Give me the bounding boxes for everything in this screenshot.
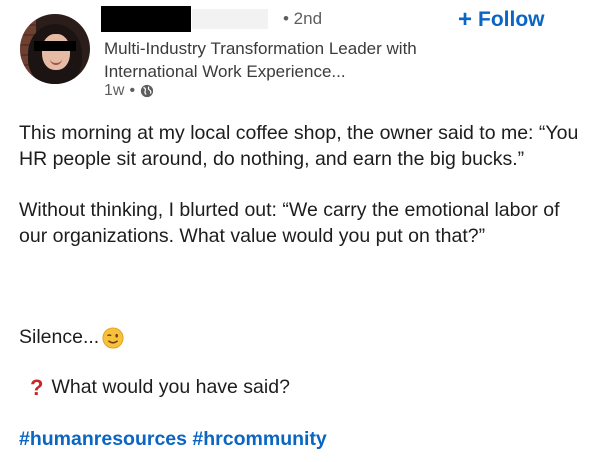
avatar-censor-bar xyxy=(34,41,76,51)
post-paragraph-2: Without thinking, I blurted out: “We car… xyxy=(19,199,560,247)
post-time[interactable]: 1w xyxy=(104,82,124,100)
author-name-faded xyxy=(192,9,268,29)
question-line: ? What would you have said? xyxy=(30,376,290,399)
silence-text: Silence... xyxy=(19,326,100,348)
question-text: What would you have said? xyxy=(51,376,290,398)
hashtags: #humanresources #hrcommunity xyxy=(19,428,327,451)
post-meta: 1w • xyxy=(104,82,154,100)
hashtag-humanresources[interactable]: #humanresources xyxy=(19,428,187,450)
author-headline: Multi-Industry Transformation Leader wit… xyxy=(104,39,417,81)
globe-icon xyxy=(140,84,154,98)
hashtag-hrcommunity[interactable]: #hrcommunity xyxy=(192,428,326,450)
question-mark-icon: ? xyxy=(30,374,44,400)
avatar[interactable] xyxy=(20,14,90,84)
meta-separator: • xyxy=(129,82,136,99)
plus-icon: + xyxy=(458,6,473,33)
post-body: This morning at my local coffee shop, th… xyxy=(19,120,585,274)
wink-icon xyxy=(102,326,124,349)
silence-line: Silence... xyxy=(19,326,124,349)
post-paragraph-1: This morning at my local coffee shop, th… xyxy=(19,122,579,170)
connection-degree: • 2nd xyxy=(283,9,323,28)
author-name-redaction xyxy=(101,6,191,32)
follow-button[interactable]: + Follow xyxy=(458,8,545,32)
linkedin-post: • 2nd Multi-Industry Transformation Lead… xyxy=(0,0,599,462)
follow-label: Follow xyxy=(478,8,545,31)
